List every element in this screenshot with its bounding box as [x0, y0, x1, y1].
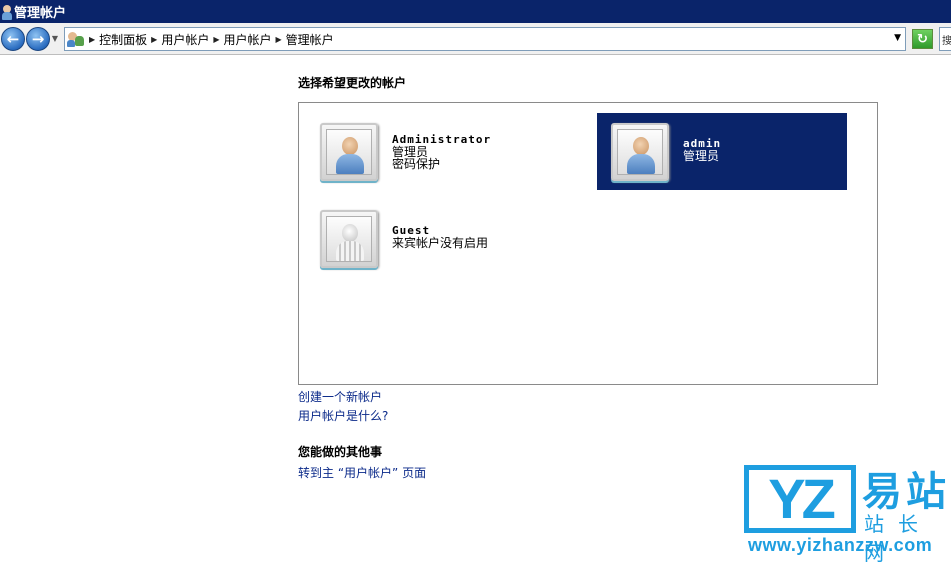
- forward-arrow-icon[interactable]: →: [26, 26, 50, 51]
- account-status: 密码保护: [392, 157, 441, 171]
- breadcrumb-control-panel[interactable]: 控制面板: [99, 31, 147, 48]
- breadcrumb-separator-icon[interactable]: ▶: [151, 35, 157, 44]
- account-tile-administrator[interactable]: Administrator 管理员 密码保护: [320, 121, 560, 183]
- address-bar: ← → ▼ ▶ 控制面板 ▶ 用户帐户 ▶ 用户帐户 ▶ 管理帐户 ▼ ↻ 搜: [0, 23, 951, 55]
- user-avatar-icon: [320, 123, 378, 181]
- control-panel-users-icon: [67, 30, 85, 48]
- address-field[interactable]: ▶ 控制面板 ▶ 用户帐户 ▶ 用户帐户 ▶ 管理帐户 ▼: [64, 27, 906, 51]
- breadcrumb-manage-accounts[interactable]: 管理帐户: [286, 31, 334, 48]
- window-title: 管理帐户: [14, 6, 67, 21]
- breadcrumb-user-accounts-2[interactable]: 用户帐户: [224, 31, 272, 48]
- address-dropdown-icon[interactable]: ▼: [894, 33, 901, 43]
- watermark-logo: YZ 易站 站长网 www.yizhanzzw.com: [744, 465, 951, 565]
- accounts-list: Administrator 管理员 密码保护 admin 管理员 Guest 来…: [298, 102, 878, 385]
- breadcrumb-separator-icon[interactable]: ▶: [89, 35, 95, 44]
- search-box[interactable]: 搜: [939, 27, 951, 51]
- watermark-url: www.yizhanzzw.com: [748, 535, 933, 555]
- account-info: Guest 来宾帐户没有启用: [392, 225, 489, 250]
- history-dropdown-icon[interactable]: ▼: [50, 34, 60, 43]
- account-name: admin: [683, 136, 722, 150]
- page-heading: 选择希望更改的帐户: [298, 76, 407, 90]
- refresh-icon[interactable]: ↻: [912, 29, 933, 49]
- account-info: Administrator 管理员 密码保护: [392, 134, 491, 171]
- account-tile-admin[interactable]: admin 管理员: [597, 113, 847, 190]
- user-accounts-icon: [2, 4, 12, 20]
- create-account-link[interactable]: 创建一个新帐户: [298, 388, 382, 405]
- back-arrow-icon[interactable]: ←: [1, 26, 25, 51]
- account-type: 管理员: [683, 148, 720, 163]
- watermark-letters: YZ: [744, 465, 856, 533]
- guest-avatar-icon: [320, 210, 378, 268]
- account-tile-guest[interactable]: Guest 来宾帐户没有启用: [320, 208, 560, 270]
- what-is-account-link[interactable]: 用户帐户是什么?: [298, 407, 388, 424]
- title-bar: 管理帐户: [0, 0, 951, 23]
- user-avatar-icon: [611, 122, 669, 181]
- other-tasks-heading: 您能做的其他事: [298, 445, 383, 459]
- breadcrumb-user-accounts[interactable]: 用户帐户: [161, 31, 209, 48]
- account-status: 来宾帐户没有启用: [392, 236, 489, 250]
- breadcrumb-separator-icon[interactable]: ▶: [213, 35, 219, 44]
- go-to-user-accounts-link[interactable]: 转到主 “用户帐户” 页面: [298, 464, 426, 481]
- account-info: admin 管理员: [683, 136, 722, 163]
- breadcrumb-separator-icon[interactable]: ▶: [276, 35, 282, 44]
